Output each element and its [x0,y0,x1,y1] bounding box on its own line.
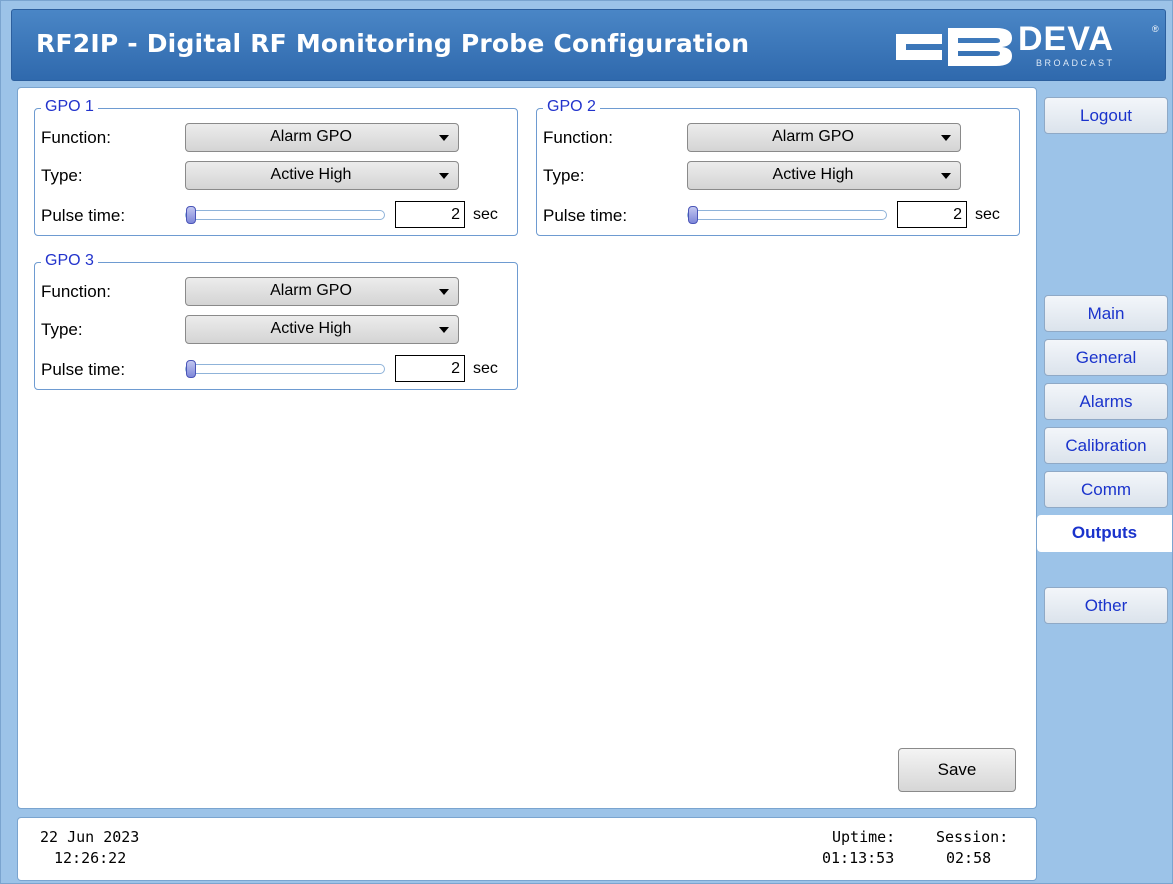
type-row: Type: Active High [543,161,1013,191]
function-row: Function: Alarm GPO [543,123,1013,153]
group-legend: GPO 3 [41,252,98,270]
function-select-value: Alarm GPO [772,128,854,145]
dropdown-arrow-icon [941,173,951,179]
nav-alarms[interactable]: Alarms [1044,383,1168,420]
nav-outputs[interactable]: Outputs [1037,515,1172,552]
type-select-value: Active High [270,320,352,337]
uptime-value: 01:13:53 [822,849,895,867]
type-label: Type: [41,320,83,339]
dropdown-arrow-icon [439,327,449,333]
type-select[interactable]: Active High [185,161,459,190]
status-footer: 22 Jun 2023 12:26:22 Uptime: 01:13:53 Se… [17,817,1037,881]
pulse-unit: sec [975,206,1000,223]
function-label: Function: [41,128,111,147]
nav-other[interactable]: Other [1044,587,1168,624]
type-row: Type: Active High [41,315,511,345]
group-legend: GPO 2 [543,98,600,116]
pulse-time-input[interactable]: 2 [395,201,465,228]
slider-thumb[interactable] [186,206,196,224]
logo-text: DEVA [1018,20,1114,58]
dropdown-arrow-icon [439,135,449,141]
nav-main[interactable]: Main [1044,295,1168,332]
pulse-row: Pulse time: 2 sec [41,355,511,385]
type-row: Type: Active High [41,161,511,191]
save-button[interactable]: Save [898,748,1016,792]
function-row: Function: Alarm GPO [41,277,511,307]
gpo-group-1: GPO 1 Function: Alarm GPO Type: Active H… [34,98,518,236]
function-select-value: Alarm GPO [270,282,352,299]
function-row: Function: Alarm GPO [41,123,511,153]
function-select-value: Alarm GPO [270,128,352,145]
type-select[interactable]: Active High [687,161,961,190]
type-select[interactable]: Active High [185,315,459,344]
dropdown-arrow-icon [439,173,449,179]
pulse-time-label: Pulse time: [41,360,126,379]
pulse-unit: sec [473,360,498,377]
function-label: Function: [41,282,111,301]
logout-button[interactable]: Logout [1044,97,1168,134]
pulse-time-slider[interactable] [185,360,385,378]
function-select[interactable]: Alarm GPO [185,277,459,306]
current-time: 12:26:22 [54,849,127,867]
logo-mark-icon [896,28,1012,66]
session-label: Session: [936,828,1009,846]
function-select[interactable]: Alarm GPO [687,123,961,152]
slider-thumb[interactable] [688,206,698,224]
pulse-row: Pulse time: 2 sec [543,201,1013,231]
registered-mark: ® [1152,24,1159,34]
type-select-value: Active High [772,166,854,183]
deva-logo: DEVA ® BROADCAST [892,20,1162,72]
type-label: Type: [41,166,83,185]
function-label: Function: [543,128,613,147]
function-select[interactable]: Alarm GPO [185,123,459,152]
pulse-unit: sec [473,206,498,223]
logo-subtext: BROADCAST [1036,58,1115,68]
type-select-value: Active High [270,166,352,183]
pulse-time-label: Pulse time: [41,206,126,225]
main-panel: GPO 1 Function: Alarm GPO Type: Active H… [17,87,1037,809]
dropdown-arrow-icon [941,135,951,141]
dropdown-arrow-icon [439,289,449,295]
pulse-time-label: Pulse time: [543,206,628,225]
gpo-group-2: GPO 2 Function: Alarm GPO Type: Active H… [536,98,1020,236]
nav-comm[interactable]: Comm [1044,471,1168,508]
page-title: RF2IP - Digital RF Monitoring Probe Conf… [36,29,750,58]
slider-thumb[interactable] [186,360,196,378]
pulse-time-slider[interactable] [185,206,385,224]
header-bar: RF2IP - Digital RF Monitoring Probe Conf… [11,9,1166,81]
nav-calibration[interactable]: Calibration [1044,427,1168,464]
type-label: Type: [543,166,585,185]
pulse-time-input[interactable]: 2 [395,355,465,382]
nav-general[interactable]: General [1044,339,1168,376]
current-date: 22 Jun 2023 [40,828,140,846]
uptime-label: Uptime: [832,828,896,846]
gpo-group-3: GPO 3 Function: Alarm GPO Type: Active H… [34,252,518,390]
pulse-row: Pulse time: 2 sec [41,201,511,231]
pulse-time-input[interactable]: 2 [897,201,967,228]
group-legend: GPO 1 [41,98,98,116]
pulse-time-slider[interactable] [687,206,887,224]
session-value: 02:58 [946,849,992,867]
app-window: RF2IP - Digital RF Monitoring Probe Conf… [0,0,1173,884]
